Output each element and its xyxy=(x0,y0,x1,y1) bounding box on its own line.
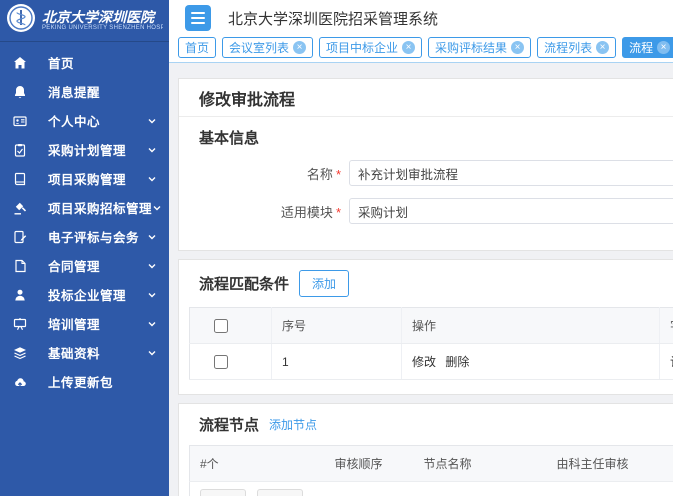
table-header-row: 序号 操作 字 xyxy=(190,308,673,344)
bell-icon xyxy=(12,84,27,99)
name-field-label: 名称 xyxy=(307,167,333,182)
sidebar-item-basic-data[interactable]: 基础资料 xyxy=(0,338,169,367)
required-asterisk: * xyxy=(336,167,341,182)
delete-link[interactable]: 删除 xyxy=(445,355,469,369)
flow-nodes-heading: 流程节点 xyxy=(199,414,259,435)
col-clipped: 字 xyxy=(660,308,673,344)
sidebar-item-bidder-company-mgmt[interactable]: 投标企业管理 xyxy=(0,280,169,309)
row-checkbox[interactable] xyxy=(214,355,228,369)
chevron-down-icon xyxy=(152,203,162,213)
page-title: 修改审批流程 xyxy=(179,79,673,117)
node-order: 1 xyxy=(325,482,414,496)
module-field-label: 适用模块 xyxy=(281,205,333,220)
top-bar: 北京大学深圳医院招采管理系统 xyxy=(169,0,673,36)
tab-process[interactable]: 流程 xyxy=(622,37,673,58)
menu-toggle-button[interactable] xyxy=(185,5,211,31)
col-actions: #个 xyxy=(190,446,325,482)
user-icon xyxy=(12,287,27,302)
condition-seq: 1 xyxy=(272,344,402,380)
tab-evaluation-results[interactable]: 采购评标结果 xyxy=(428,37,531,58)
sidebar: 北京大学深圳医院 PEKING UNIVERSITY SHENZHEN HOSP… xyxy=(0,0,169,496)
col-name: 节点名称 xyxy=(414,446,547,482)
sidebar-item-home[interactable]: 首页 xyxy=(0,48,169,77)
sidebar-item-contract-mgmt[interactable]: 合同管理 xyxy=(0,251,169,280)
sidebar-item-project-bidding-mgmt[interactable]: 项目采购招标管理 xyxy=(0,193,169,222)
module-input[interactable] xyxy=(349,198,673,224)
chevron-down-icon xyxy=(147,174,157,184)
close-icon[interactable] xyxy=(402,41,415,54)
match-conditions-heading: 流程匹配条件 xyxy=(199,273,289,294)
close-icon[interactable] xyxy=(511,41,524,54)
basic-info-card: 修改审批流程 基本信息 名称* 适用模块* xyxy=(178,78,673,251)
chevron-down-icon xyxy=(147,290,157,300)
cloud-upload-icon xyxy=(12,374,27,389)
condition-clipped-value: 计 xyxy=(660,344,673,380)
sidebar-menu: 首页 消息提醒 个人中心 采购计划管理 项目采购管理 项目采购招标管理 xyxy=(0,42,169,396)
chevron-down-icon xyxy=(147,116,157,126)
name-input[interactable] xyxy=(349,160,673,186)
flow-nodes-table: #个 审核顺序 节点名称 由科主任审核 修改 删除 1 科主任意见 xyxy=(189,445,673,496)
col-order: 审核顺序 xyxy=(325,446,414,482)
edit-link[interactable]: 修改 xyxy=(412,355,436,369)
hospital-logo: 北京大学深圳医院 PEKING UNIVERSITY SHENZHEN HOSP… xyxy=(0,0,169,42)
node-name: 科主任意见 xyxy=(414,482,547,496)
hospital-name-en: PEKING UNIVERSITY SHENZHEN HOSPITAL xyxy=(42,25,163,32)
match-conditions-table: 序号 操作 字 1 修改 删除 计 xyxy=(189,307,673,380)
tab-meeting-room-list[interactable]: 会议室列表 xyxy=(222,37,313,58)
sidebar-item-messages[interactable]: 消息提醒 xyxy=(0,77,169,106)
edit-button[interactable]: 修改 xyxy=(200,489,246,496)
match-conditions-card: 流程匹配条件 添加 序号 操作 字 1 xyxy=(178,259,673,395)
chevron-down-icon xyxy=(147,348,157,358)
clipboard-icon xyxy=(12,142,27,157)
gavel-icon xyxy=(12,200,27,215)
chevron-down-icon xyxy=(147,261,157,271)
sidebar-item-project-purchase-mgmt[interactable]: 项目采购管理 xyxy=(0,164,169,193)
delete-button[interactable]: 删除 xyxy=(257,489,303,496)
chevron-down-icon xyxy=(147,232,157,242)
book-icon xyxy=(12,171,27,186)
sidebar-item-e-evaluation[interactable]: 电子评标与会务 xyxy=(0,222,169,251)
col-seq: 序号 xyxy=(272,308,402,344)
chevron-down-icon xyxy=(147,145,157,155)
tab-home[interactable]: 首页 xyxy=(178,37,216,58)
doc-edit-icon xyxy=(12,229,27,244)
module-field-row: 适用模块* xyxy=(179,198,673,224)
tab-project-winning-companies[interactable]: 项目中标企业 xyxy=(319,37,422,58)
condition-row: 1 修改 删除 计 xyxy=(190,344,673,380)
col-ops: 操作 xyxy=(402,308,660,344)
sidebar-item-training-mgmt[interactable]: 培训管理 xyxy=(0,309,169,338)
node-dept-review: 是 xyxy=(547,482,673,496)
close-icon[interactable] xyxy=(293,41,306,54)
training-icon xyxy=(12,316,27,331)
close-icon[interactable] xyxy=(596,41,609,54)
id-card-icon xyxy=(12,113,27,128)
select-all-checkbox[interactable] xyxy=(214,319,228,333)
tab-bar: 首页 会议室列表 项目中标企业 采购评标结果 流程列表 流程 xyxy=(169,36,673,63)
hospital-name-zh: 北京大学深圳医院 xyxy=(42,10,163,25)
content-area: 修改审批流程 基本信息 名称* 适用模块* 流程匹配条件 添加 xyxy=(169,63,673,496)
add-node-link[interactable]: 添加节点 xyxy=(269,416,317,433)
chevron-down-icon xyxy=(147,319,157,329)
name-field-row: 名称* xyxy=(179,160,673,186)
basic-info-heading: 基本信息 xyxy=(179,117,673,156)
flow-nodes-card: 流程节点 添加节点 #个 审核顺序 节点名称 由科主任审核 修改 xyxy=(178,403,673,496)
close-icon[interactable] xyxy=(657,41,670,54)
sidebar-item-purchase-plan-mgmt[interactable]: 采购计划管理 xyxy=(0,135,169,164)
layers-icon xyxy=(12,345,27,360)
app-title: 北京大学深圳医院招采管理系统 xyxy=(228,8,438,29)
tab-process-list[interactable]: 流程列表 xyxy=(537,37,616,58)
home-icon xyxy=(12,55,27,70)
sidebar-item-personal-center[interactable]: 个人中心 xyxy=(0,106,169,135)
table-header-row: #个 审核顺序 节点名称 由科主任审核 xyxy=(190,446,673,482)
required-asterisk: * xyxy=(336,205,341,220)
col-dept: 由科主任审核 xyxy=(547,446,673,482)
hospital-logo-icon xyxy=(6,3,36,38)
sidebar-item-upload-update-package[interactable]: 上传更新包 xyxy=(0,367,169,396)
node-row: 修改 删除 1 科主任意见 是 xyxy=(190,482,673,496)
add-condition-button[interactable]: 添加 xyxy=(299,270,349,297)
main-area: 北京大学深圳医院招采管理系统 首页 会议室列表 项目中标企业 采购评标结果 流程… xyxy=(169,0,673,496)
contract-icon xyxy=(12,258,27,273)
